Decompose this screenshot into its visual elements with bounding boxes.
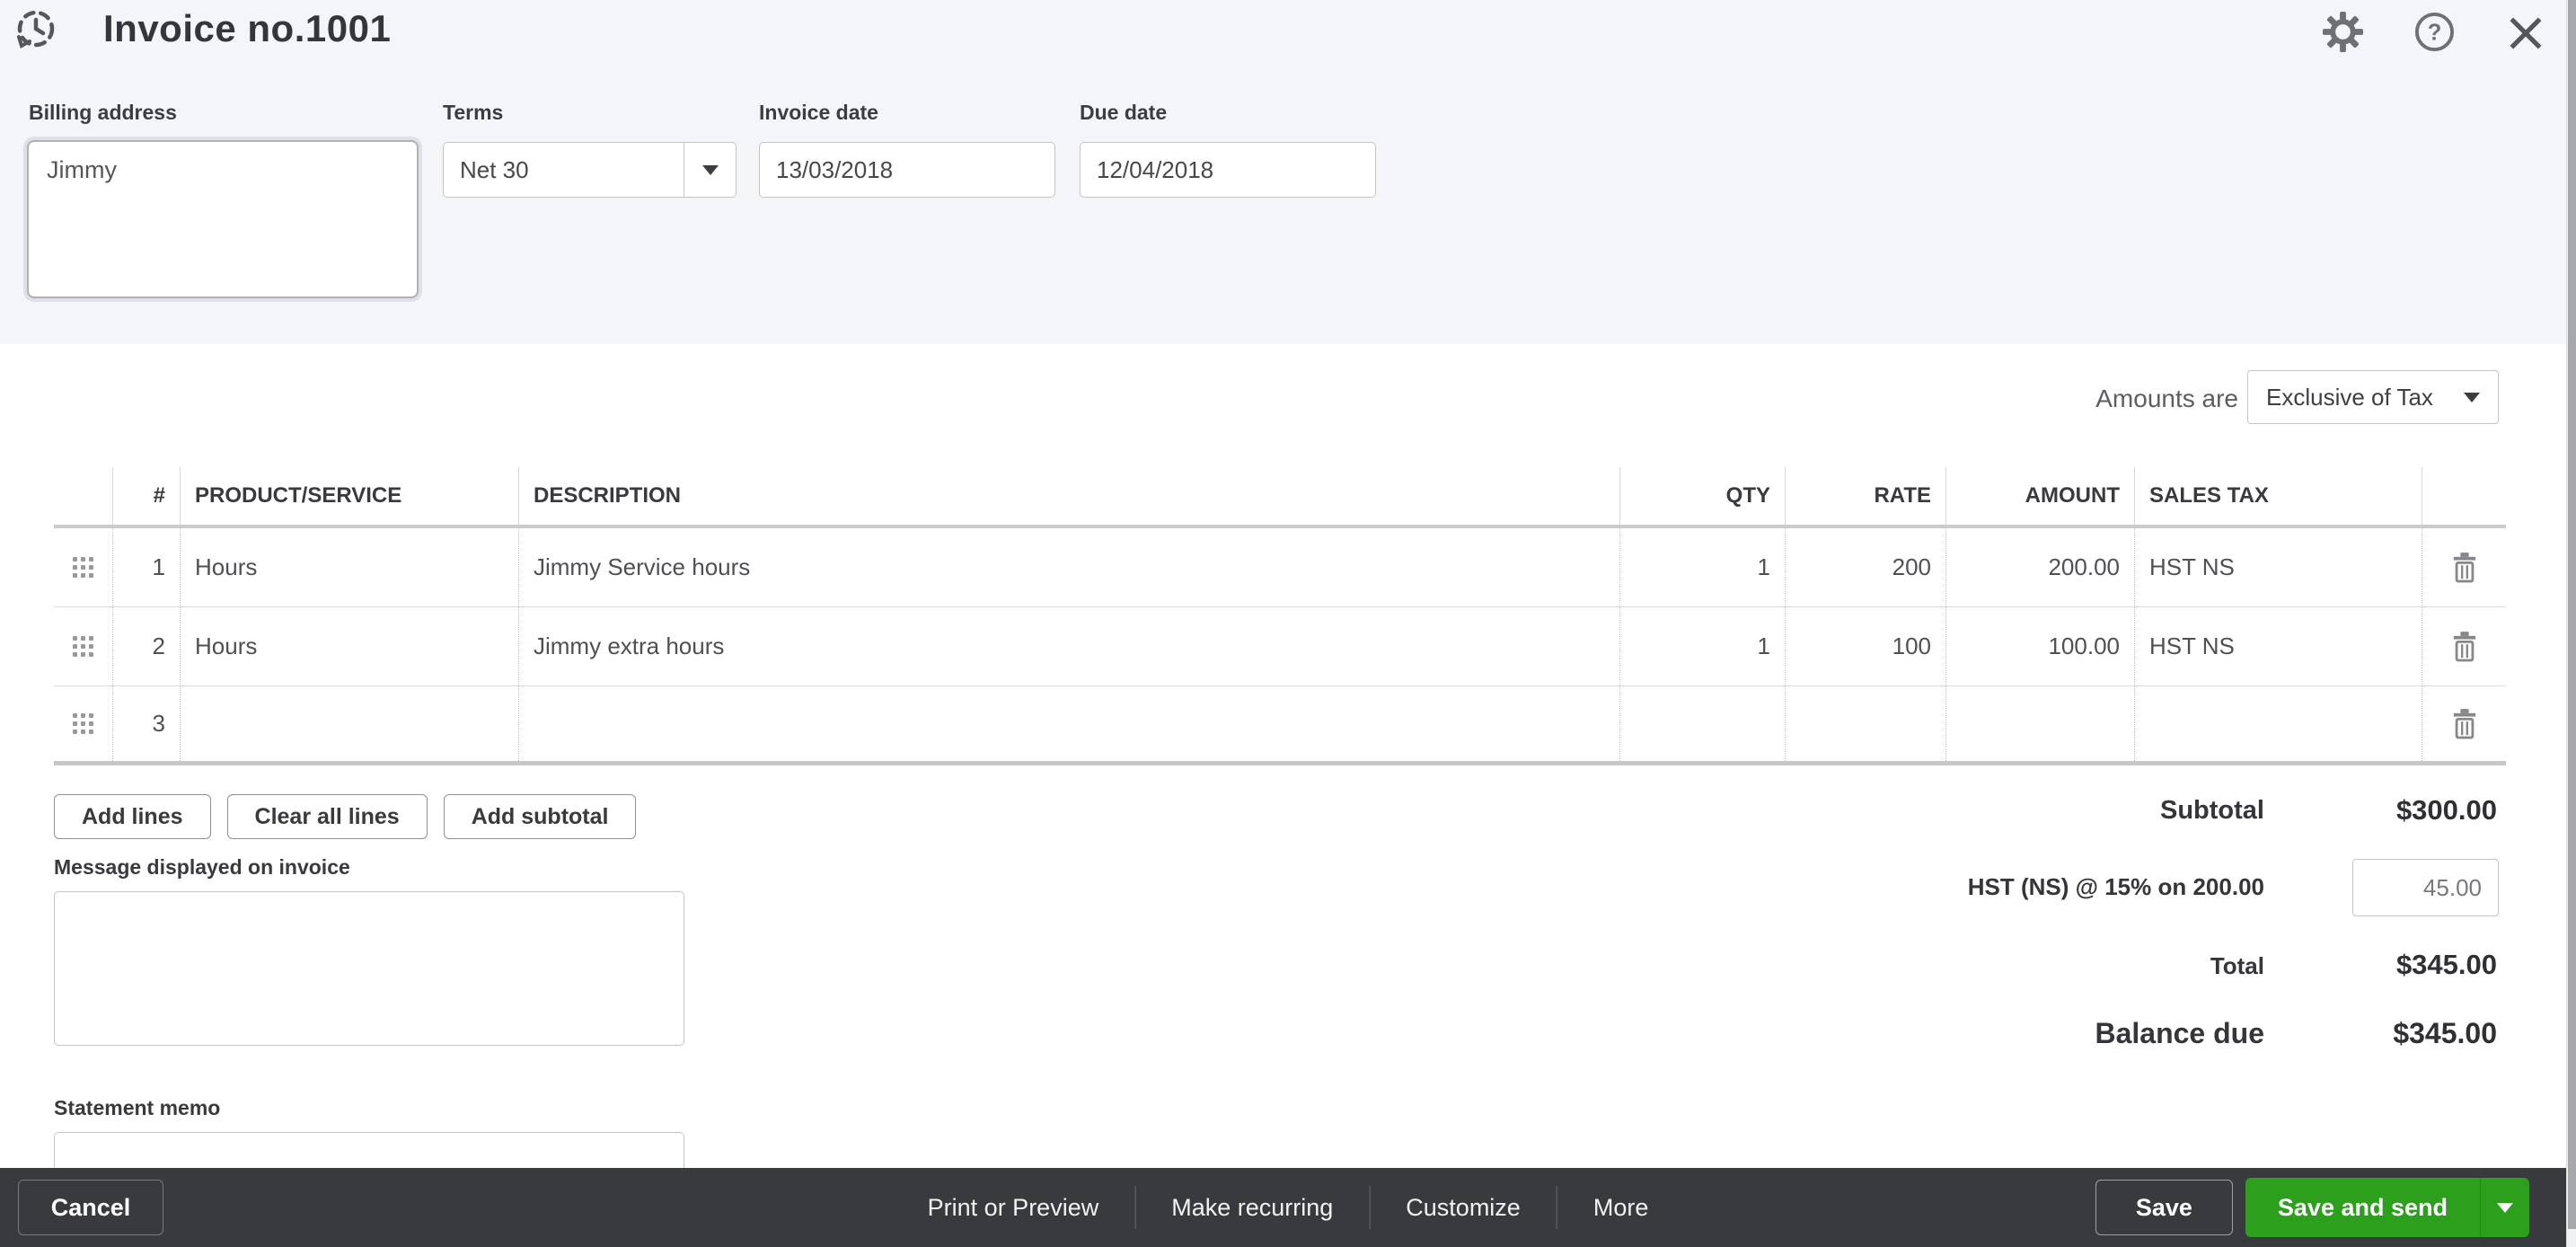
amounts-are-label: Amounts are [1931, 385, 2238, 413]
trash-icon [2451, 708, 2478, 740]
invoice-message-input[interactable] [54, 891, 684, 1046]
sales-tax-cell[interactable]: HST NS [2134, 607, 2422, 685]
page-title: Invoice no.1001 [103, 0, 391, 57]
table-row: 1 Hours Jimmy Service hours 1 200 200.00… [54, 528, 2506, 607]
svg-text:?: ? [2428, 20, 2442, 45]
statement-memo-label: Statement memo [54, 1096, 220, 1120]
col-header-qty: QTY [1619, 467, 1785, 525]
gear-icon[interactable] [2322, 11, 2364, 57]
chevron-down-icon [2497, 1203, 2513, 1213]
subtotal-value: $300.00 [2396, 794, 2497, 827]
rate-cell[interactable]: 200 [1785, 528, 1945, 606]
chevron-down-icon[interactable] [684, 143, 736, 197]
customize-button[interactable]: Customize [1370, 1194, 1557, 1222]
rate-cell[interactable]: 100 [1785, 607, 1945, 685]
col-header-num: # [112, 467, 180, 525]
close-icon[interactable] [2505, 13, 2546, 58]
scrollbar-track[interactable] [2566, 0, 2576, 1247]
line-number: 3 [112, 686, 180, 761]
save-and-send-button[interactable]: Save and send [2245, 1178, 2529, 1237]
chevron-down-icon [2464, 393, 2498, 402]
amounts-are-value: Exclusive of Tax [2248, 384, 2464, 411]
sales-tax-cell[interactable]: HST NS [2134, 528, 2422, 606]
invoice-date-label: Invoice date [759, 101, 878, 125]
table-header-row: # PRODUCT/SERVICE DESCRIPTION QTY RATE A… [54, 467, 2506, 528]
terms-select[interactable]: Net 30 [443, 142, 737, 198]
add-lines-button[interactable]: Add lines [54, 794, 211, 839]
print-or-preview-button[interactable]: Print or Preview [892, 1194, 1135, 1222]
qty-cell[interactable] [1619, 686, 1785, 761]
line-items-table: # PRODUCT/SERVICE DESCRIPTION QTY RATE A… [54, 467, 2506, 765]
invoice-date-input[interactable]: 13/03/2018 [759, 142, 1055, 198]
save-options-dropdown[interactable] [2481, 1178, 2529, 1237]
amount-cell[interactable]: 200.00 [1945, 528, 2134, 606]
drag-handle-icon[interactable] [73, 713, 93, 734]
col-header-salestax: SALES TAX [2134, 467, 2422, 525]
total-label: Total [2210, 952, 2264, 980]
table-row: 2 Hours Jimmy extra hours 1 100 100.00 H… [54, 607, 2506, 686]
tax-label: HST (NS) @ 15% on 200.00 [1968, 873, 2264, 901]
delete-line-button[interactable] [2422, 607, 2506, 685]
cancel-button[interactable]: Cancel [18, 1180, 163, 1235]
more-button[interactable]: More [1557, 1194, 1685, 1222]
make-recurring-button[interactable]: Make recurring [1135, 1194, 1369, 1222]
product-cell[interactable]: Hours [180, 607, 518, 685]
scrollbar-thumb[interactable] [2568, 0, 2576, 1229]
tax-amount-input[interactable]: 45.00 [2352, 859, 2499, 916]
action-bar: Cancel Print or Preview Make recurring C… [0, 1168, 2576, 1247]
rate-cell[interactable] [1785, 686, 1945, 761]
clear-all-lines-button[interactable]: Clear all lines [227, 794, 428, 839]
line-number: 1 [112, 528, 180, 606]
trash-icon [2451, 631, 2478, 663]
qty-cell[interactable]: 1 [1619, 607, 1785, 685]
col-header-description: DESCRIPTION [518, 467, 1619, 525]
due-date-input[interactable]: 12/04/2018 [1080, 142, 1376, 198]
col-header-amount: AMOUNT [1945, 467, 2134, 525]
add-subtotal-button[interactable]: Add subtotal [444, 794, 637, 839]
amount-cell[interactable] [1945, 686, 2134, 761]
delete-line-button[interactable] [2422, 528, 2506, 606]
line-number: 2 [112, 607, 180, 685]
qty-cell[interactable]: 1 [1619, 528, 1785, 606]
table-row: 3 [54, 686, 2506, 765]
product-cell[interactable]: Hours [180, 528, 518, 606]
billing-address-label: Billing address [29, 101, 177, 125]
billing-address-input[interactable]: Jimmy [27, 140, 419, 298]
history-icon[interactable] [11, 5, 59, 58]
trash-icon [2451, 552, 2478, 584]
sales-tax-cell[interactable] [2134, 686, 2422, 761]
drag-handle-icon[interactable] [73, 636, 93, 657]
description-cell[interactable]: Jimmy extra hours [518, 607, 1619, 685]
help-icon[interactable]: ? [2413, 11, 2456, 57]
col-header-product: PRODUCT/SERVICE [180, 467, 518, 525]
description-cell[interactable]: Jimmy Service hours [518, 528, 1619, 606]
drag-handle-icon[interactable] [73, 557, 93, 578]
col-header-rate: RATE [1785, 467, 1945, 525]
delete-line-button[interactable] [2422, 686, 2506, 761]
save-and-send-label[interactable]: Save and send [2245, 1178, 2480, 1237]
terms-label: Terms [443, 101, 503, 125]
terms-value: Net 30 [444, 143, 684, 197]
balance-due-value: $345.00 [2393, 1017, 2497, 1050]
total-value: $345.00 [2396, 949, 2497, 981]
due-date-label: Due date [1080, 101, 1167, 125]
description-cell[interactable] [518, 686, 1619, 761]
product-cell[interactable] [180, 686, 518, 761]
balance-due-label: Balance due [2095, 1017, 2264, 1050]
save-button[interactable]: Save [2095, 1180, 2233, 1235]
invoice-message-label: Message displayed on invoice [54, 855, 350, 880]
amounts-are-select[interactable]: Exclusive of Tax [2247, 370, 2499, 424]
amount-cell[interactable]: 100.00 [1945, 607, 2134, 685]
invoice-page: Invoice no.1001 ? Billing [0, 0, 2576, 1247]
subtotal-label: Subtotal [2160, 796, 2264, 826]
